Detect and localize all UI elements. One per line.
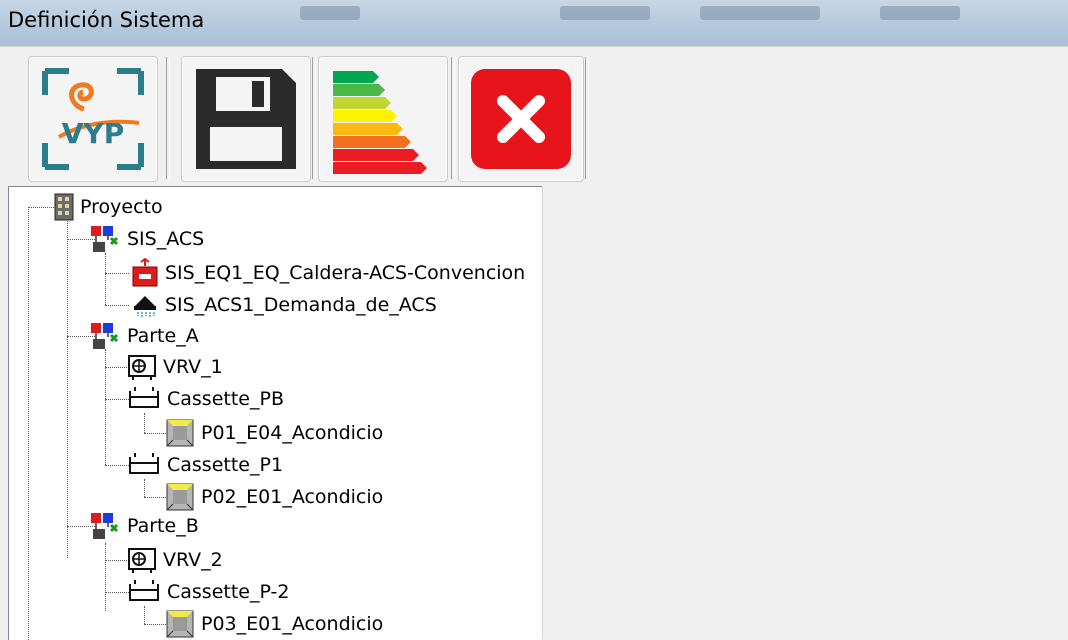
space-icon — [166, 610, 194, 638]
system-group-icon — [91, 513, 119, 539]
energy-rating-button[interactable] — [318, 56, 448, 182]
tree-node-label: VRV_2 — [163, 549, 223, 571]
toolbar-separator — [585, 57, 589, 179]
tree-node-label: SIS_EQ1_EQ_Caldera-ACS-Convencion — [165, 262, 526, 284]
tree-node-label: SIS_ACS1_Demanda_de_ACS — [165, 294, 437, 316]
system-group-icon — [91, 323, 119, 349]
outdoor-unit-icon — [128, 548, 156, 573]
tree-node-label: P01_E04_Acondicio — [201, 422, 384, 444]
tree-node-label: Cassette_P1 — [167, 454, 284, 476]
cassette-icon — [129, 387, 159, 408]
tree-node-label: Parte_B — [127, 515, 199, 537]
properties-pane — [546, 186, 1068, 639]
system-group-icon — [91, 226, 119, 252]
toolbar-separator — [312, 57, 316, 179]
cassette-icon — [129, 453, 159, 474]
outdoor-unit-icon — [128, 355, 156, 380]
tree-node-label: Proyecto — [80, 196, 163, 218]
tree-node-sis-acs1[interactable]: SIS_ACS1_Demanda_de_ACS — [131, 289, 437, 321]
close-x-icon — [471, 69, 571, 169]
logo-text: VYP — [62, 117, 124, 150]
boiler-icon — [132, 258, 158, 287]
tree-node-label: Cassette_P-2 — [167, 581, 290, 603]
tree-node-sis-eq1[interactable]: SIS_EQ1_EQ_Caldera-ACS-Convencion — [131, 257, 525, 289]
tree-node-cassette-p-2[interactable]: Cassette_P-2 — [127, 576, 289, 608]
close-button[interactable] — [458, 56, 584, 182]
tree-node-cassette-p1[interactable]: Cassette_P1 — [127, 449, 283, 481]
window-title: Definición Sistema — [8, 8, 205, 32]
save-button[interactable] — [181, 56, 311, 182]
blurred-region — [300, 6, 360, 20]
space-icon — [166, 483, 194, 511]
tree-node-label: SIS_ACS — [127, 228, 205, 250]
tree-node-label: P02_E01_Acondicio — [201, 486, 384, 508]
blurred-region — [880, 6, 960, 20]
vyp-logo-icon: VYP — [42, 68, 144, 170]
tree-node-label: Parte_A — [127, 325, 199, 347]
tree-node-vrv-2[interactable]: VRV_2 — [127, 544, 223, 576]
tree-node-p03[interactable]: P03_E01_Acondicio — [165, 608, 383, 640]
floppy-disk-icon — [196, 69, 296, 169]
tree-node-p02[interactable]: P02_E01_Acondicio — [165, 481, 383, 513]
blurred-region — [560, 6, 650, 20]
blurred-region — [700, 6, 820, 20]
logo-button[interactable]: VYP — [28, 56, 158, 182]
cassette-icon — [129, 580, 159, 601]
toolbar-separator — [166, 57, 170, 179]
tree-node-label: P03_E01_Acondicio — [201, 613, 384, 635]
title-bar: Definición Sistema — [0, 0, 1068, 46]
tree-node-cassette-pb[interactable]: Cassette_PB — [127, 383, 284, 415]
tree-node-parte-b[interactable]: Parte_B — [89, 510, 199, 542]
tree-node-parte-a[interactable]: Parte_A — [89, 320, 199, 352]
toolbar: VYP — [0, 46, 1068, 185]
tree-node-proyecto[interactable]: Proyecto — [54, 191, 163, 223]
tree-node-vrv-1[interactable]: VRV_1 — [127, 351, 223, 383]
tree-node-sis-acs[interactable]: SIS_ACS — [89, 223, 204, 255]
energy-rating-icon — [333, 71, 427, 174]
tree-node-label: Cassette_PB — [167, 388, 284, 410]
space-icon — [166, 419, 194, 447]
toolbar-separator — [451, 57, 455, 179]
shower-icon — [134, 296, 156, 317]
building-icon — [54, 193, 74, 221]
tree-node-p01[interactable]: P01_E04_Acondicio — [165, 417, 383, 449]
system-tree[interactable]: Proyecto SIS_ACS SIS_EQ1_EQ_Caldera-ACS-… — [8, 186, 543, 640]
tree-node-label: VRV_1 — [163, 356, 223, 378]
